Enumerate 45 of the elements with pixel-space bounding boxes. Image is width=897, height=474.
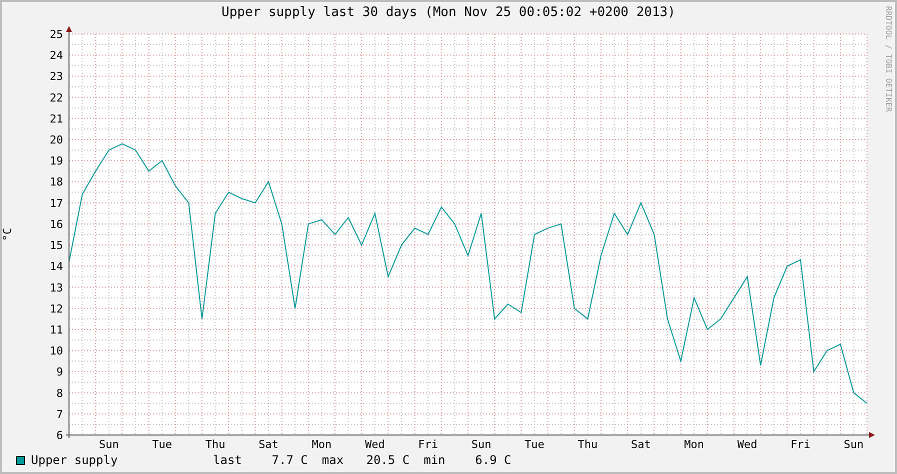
x-tick-label: Fri	[418, 438, 438, 451]
y-tick-label: 12	[50, 302, 63, 316]
x-tick-label: Thu	[205, 438, 226, 451]
y-tick-label: 14	[50, 260, 63, 274]
y-tick-label: 17	[50, 196, 63, 210]
x-tick-label: Sat	[630, 438, 651, 451]
y-tick-label: 10	[50, 344, 63, 358]
x-tick-label: Sat	[258, 438, 278, 451]
y-tick-label: 19	[50, 154, 63, 168]
y-tick-label: 11	[50, 323, 63, 336]
y-tick-label: 15	[50, 239, 63, 252]
y-tick-label: 16	[50, 218, 63, 231]
chart-title: Upper supply last 30 days (Mon Nov 25 00:05:02 +0200 2013)	[222, 5, 676, 22]
y-tick-label: 25	[50, 28, 63, 41]
x-tick-label: Sun	[844, 438, 864, 451]
y-axis-label: °C	[2, 228, 14, 242]
x-tick-label: Sun	[471, 438, 492, 451]
y-tick-label: 21	[50, 112, 63, 126]
stat-value: 7.7 C	[270, 453, 308, 467]
y-tick-label: 9	[56, 366, 63, 379]
stat-label: max	[322, 453, 344, 467]
x-tick-label: Tue	[152, 438, 172, 451]
stat-value: 6.9 C	[474, 453, 512, 467]
x-tick-label: Wed	[737, 438, 758, 451]
stat-label: last	[213, 453, 242, 467]
x-tick-label: Tue	[524, 438, 544, 451]
x-tick-label: Wed	[364, 438, 385, 451]
x-tick-label: Sun	[98, 438, 119, 451]
stat-label: min	[424, 453, 446, 467]
y-tick-label: 20	[50, 134, 63, 147]
y-tick-label: 8	[56, 386, 63, 400]
y-tick-label: 22	[50, 91, 63, 104]
y-tick-label: 7	[56, 408, 63, 421]
y-tick-label: 6	[56, 429, 63, 442]
y-tick-label: 13	[50, 281, 63, 294]
x-tick-label: Fri	[790, 438, 810, 451]
x-tick-label: Mon	[684, 438, 704, 451]
x-tick-label: Mon	[312, 438, 332, 451]
stat-value: 20.5 C	[365, 453, 410, 467]
credit-text: RRDTOOL / TOBI OETIKER	[884, 6, 893, 112]
y-tick-label: 24	[50, 49, 63, 62]
y-tick-label: 18	[50, 176, 63, 189]
x-tick-label: Thu	[578, 438, 598, 451]
legend-label: Upper supply	[31, 453, 119, 467]
y-tick-label: 23	[50, 70, 63, 84]
